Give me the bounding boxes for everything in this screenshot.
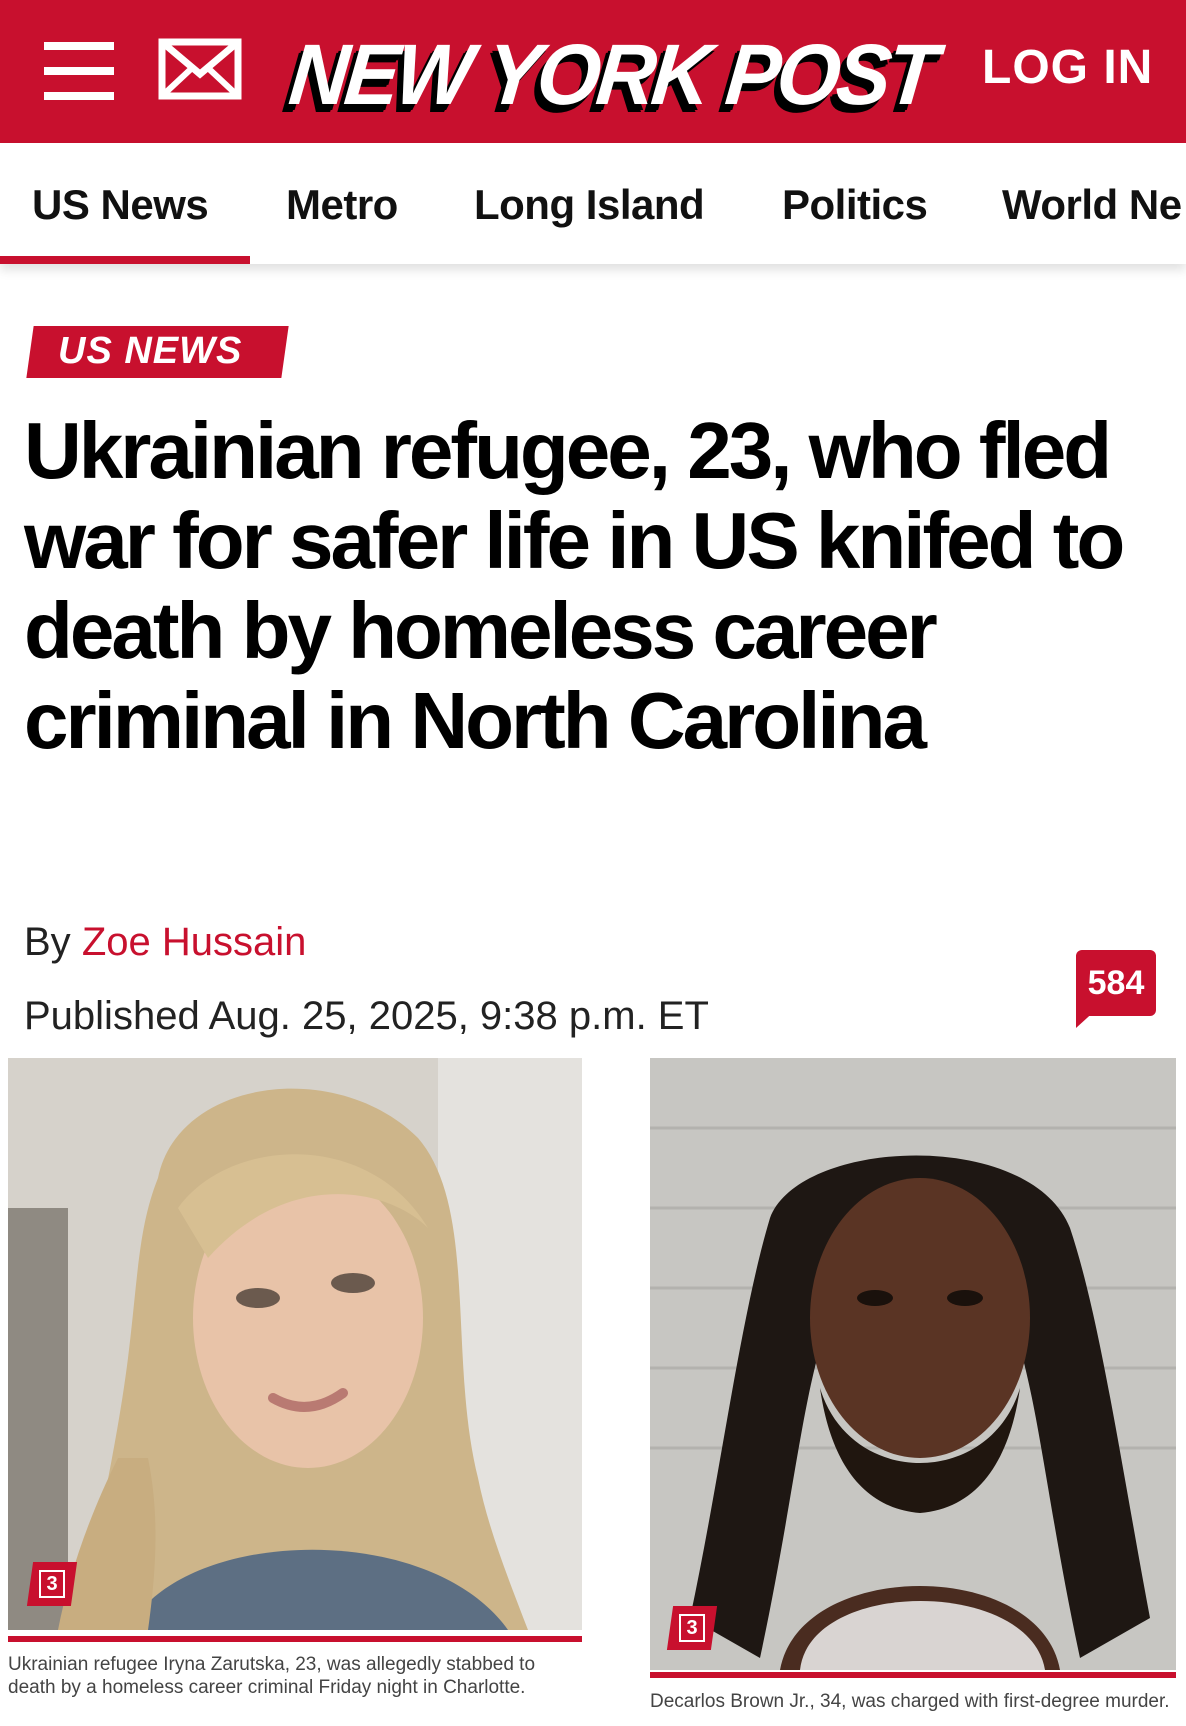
speech-bubble-tail — [1076, 1008, 1098, 1028]
section-nav: US News Metro Long Island Politics World… — [0, 143, 1186, 264]
byline: By Zoe Hussain — [24, 920, 306, 965]
active-nav-indicator — [0, 256, 250, 264]
photo-caption: Decarlos Brown Jr., 34, was charged with… — [650, 1691, 1170, 1712]
article-photo-suspect[interactable]: 3 — [650, 1058, 1176, 1670]
author-link[interactable]: Zoe Hussain — [82, 920, 307, 964]
nav-item-world-news[interactable]: World Ne — [1002, 181, 1182, 229]
article-photo-victim[interactable]: 3 — [8, 1058, 582, 1630]
hamburger-menu-icon[interactable] — [44, 42, 114, 100]
site-header: NEW YORK POST LOG IN — [0, 0, 1186, 143]
nav-item-politics[interactable]: Politics — [782, 181, 928, 229]
site-logo[interactable]: NEW YORK POST — [285, 14, 938, 126]
nav-item-long-island[interactable]: Long Island — [474, 181, 705, 229]
gallery-count: 3 — [39, 1570, 65, 1598]
login-button[interactable]: LOG IN — [982, 40, 1153, 95]
mugshot-illustration — [650, 1058, 1176, 1670]
gallery-count: 3 — [679, 1614, 705, 1642]
photo-caption: Ukrainian refugee Iryna Zarutska, 23, wa… — [8, 1654, 536, 1698]
gallery-count-icon[interactable]: 3 — [666, 1606, 718, 1650]
nav-item-metro[interactable]: Metro — [286, 181, 398, 229]
logo-text: NEW YORK POST — [285, 27, 939, 123]
caption-divider — [8, 1636, 582, 1642]
portrait-illustration — [8, 1058, 582, 1630]
article-headline: Ukrainian refugee, 23, who fled war for … — [24, 406, 1125, 765]
gallery-count-icon[interactable]: 3 — [26, 1562, 78, 1606]
caption-divider — [650, 1672, 1176, 1678]
section-label[interactable]: US NEWS — [58, 330, 242, 373]
byline-prefix: By — [24, 920, 71, 964]
nav-item-us-news[interactable]: US News — [32, 181, 209, 229]
comment-count: 584 — [1087, 964, 1145, 1002]
envelope-icon[interactable] — [158, 38, 242, 100]
published-timestamp: Published Aug. 25, 2025, 9:38 p.m. ET — [24, 994, 709, 1038]
comments-button[interactable]: 584 — [1076, 950, 1156, 1028]
